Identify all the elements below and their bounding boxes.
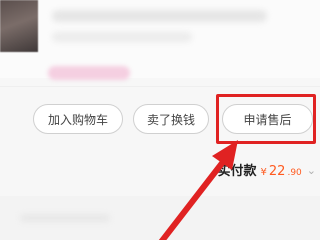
pointer-arrow-icon [158, 140, 238, 240]
